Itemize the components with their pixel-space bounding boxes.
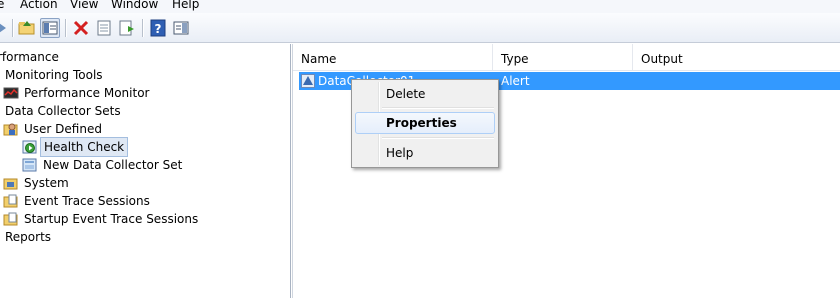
tree-item-label: Monitoring Tools (5, 68, 103, 82)
menu-view[interactable]: View (70, 0, 98, 11)
tree-item-label: System (24, 176, 69, 190)
menu-item-delete[interactable]: Delete (355, 83, 495, 105)
tree-item-label: Health Check (40, 137, 129, 157)
row-type-cell[interactable]: Alert (501, 73, 530, 89)
column-header-row: Name Type Output (293, 44, 840, 71)
context-menu: Delete Properties Help (351, 79, 499, 168)
export-list-icon[interactable] (117, 18, 137, 38)
folder-user-icon (3, 121, 19, 137)
alert-collector-icon (301, 74, 315, 88)
svg-text:?: ? (155, 22, 162, 36)
menu-file-partial[interactable]: e (0, 0, 4, 11)
tree-item-label: Reports (5, 230, 52, 244)
delete-icon[interactable] (71, 18, 91, 38)
column-header-output[interactable]: Output (633, 44, 840, 70)
menu-action[interactable]: Action (20, 0, 58, 11)
menu-item-help[interactable]: Help (355, 142, 495, 164)
tree-item-label: Performance Monitor (24, 86, 150, 100)
menu-bar: e Action View Window Help (0, 0, 840, 13)
folder-icon (3, 175, 19, 191)
data-collector-running-icon (22, 139, 38, 155)
menu-separator (382, 137, 494, 139)
folder-icon (3, 211, 19, 227)
perf-monitor-icon (3, 85, 19, 101)
help-icon[interactable]: ? (148, 18, 168, 38)
toolbar-separator (12, 19, 13, 37)
column-header-type[interactable]: Type (493, 44, 633, 70)
toolbar-separator (142, 19, 143, 37)
tree-item-label: Event Trace Sessions (24, 194, 150, 208)
menu-separator (382, 107, 494, 109)
navigation-tree: rformance Monitoring Tools Performance M… (0, 44, 291, 298)
tree-item-label: Data Collector Sets (5, 104, 121, 118)
tree-item-label: Startup Event Trace Sessions (24, 212, 199, 226)
folder-icon (3, 193, 19, 209)
properties-icon[interactable] (94, 18, 114, 38)
up-folder-icon[interactable] (17, 18, 37, 38)
tree-item-label: User Defined (24, 122, 102, 136)
tree-item-label: New Data Collector Set (43, 158, 183, 172)
menu-window[interactable]: Window (111, 0, 158, 11)
back-arrow-icon[interactable] (0, 18, 9, 38)
menu-item-properties[interactable]: Properties (355, 112, 495, 134)
menu-help[interactable]: Help (172, 0, 199, 11)
action-pane-icon[interactable] (171, 18, 191, 38)
toolbar: ? (0, 13, 840, 43)
tree-item-label: rformance (0, 50, 59, 64)
column-header-name[interactable]: Name (293, 44, 493, 70)
toolbar-separator (65, 19, 66, 37)
show-hide-tree-icon[interactable] (40, 18, 60, 38)
data-collector-icon (22, 157, 38, 173)
